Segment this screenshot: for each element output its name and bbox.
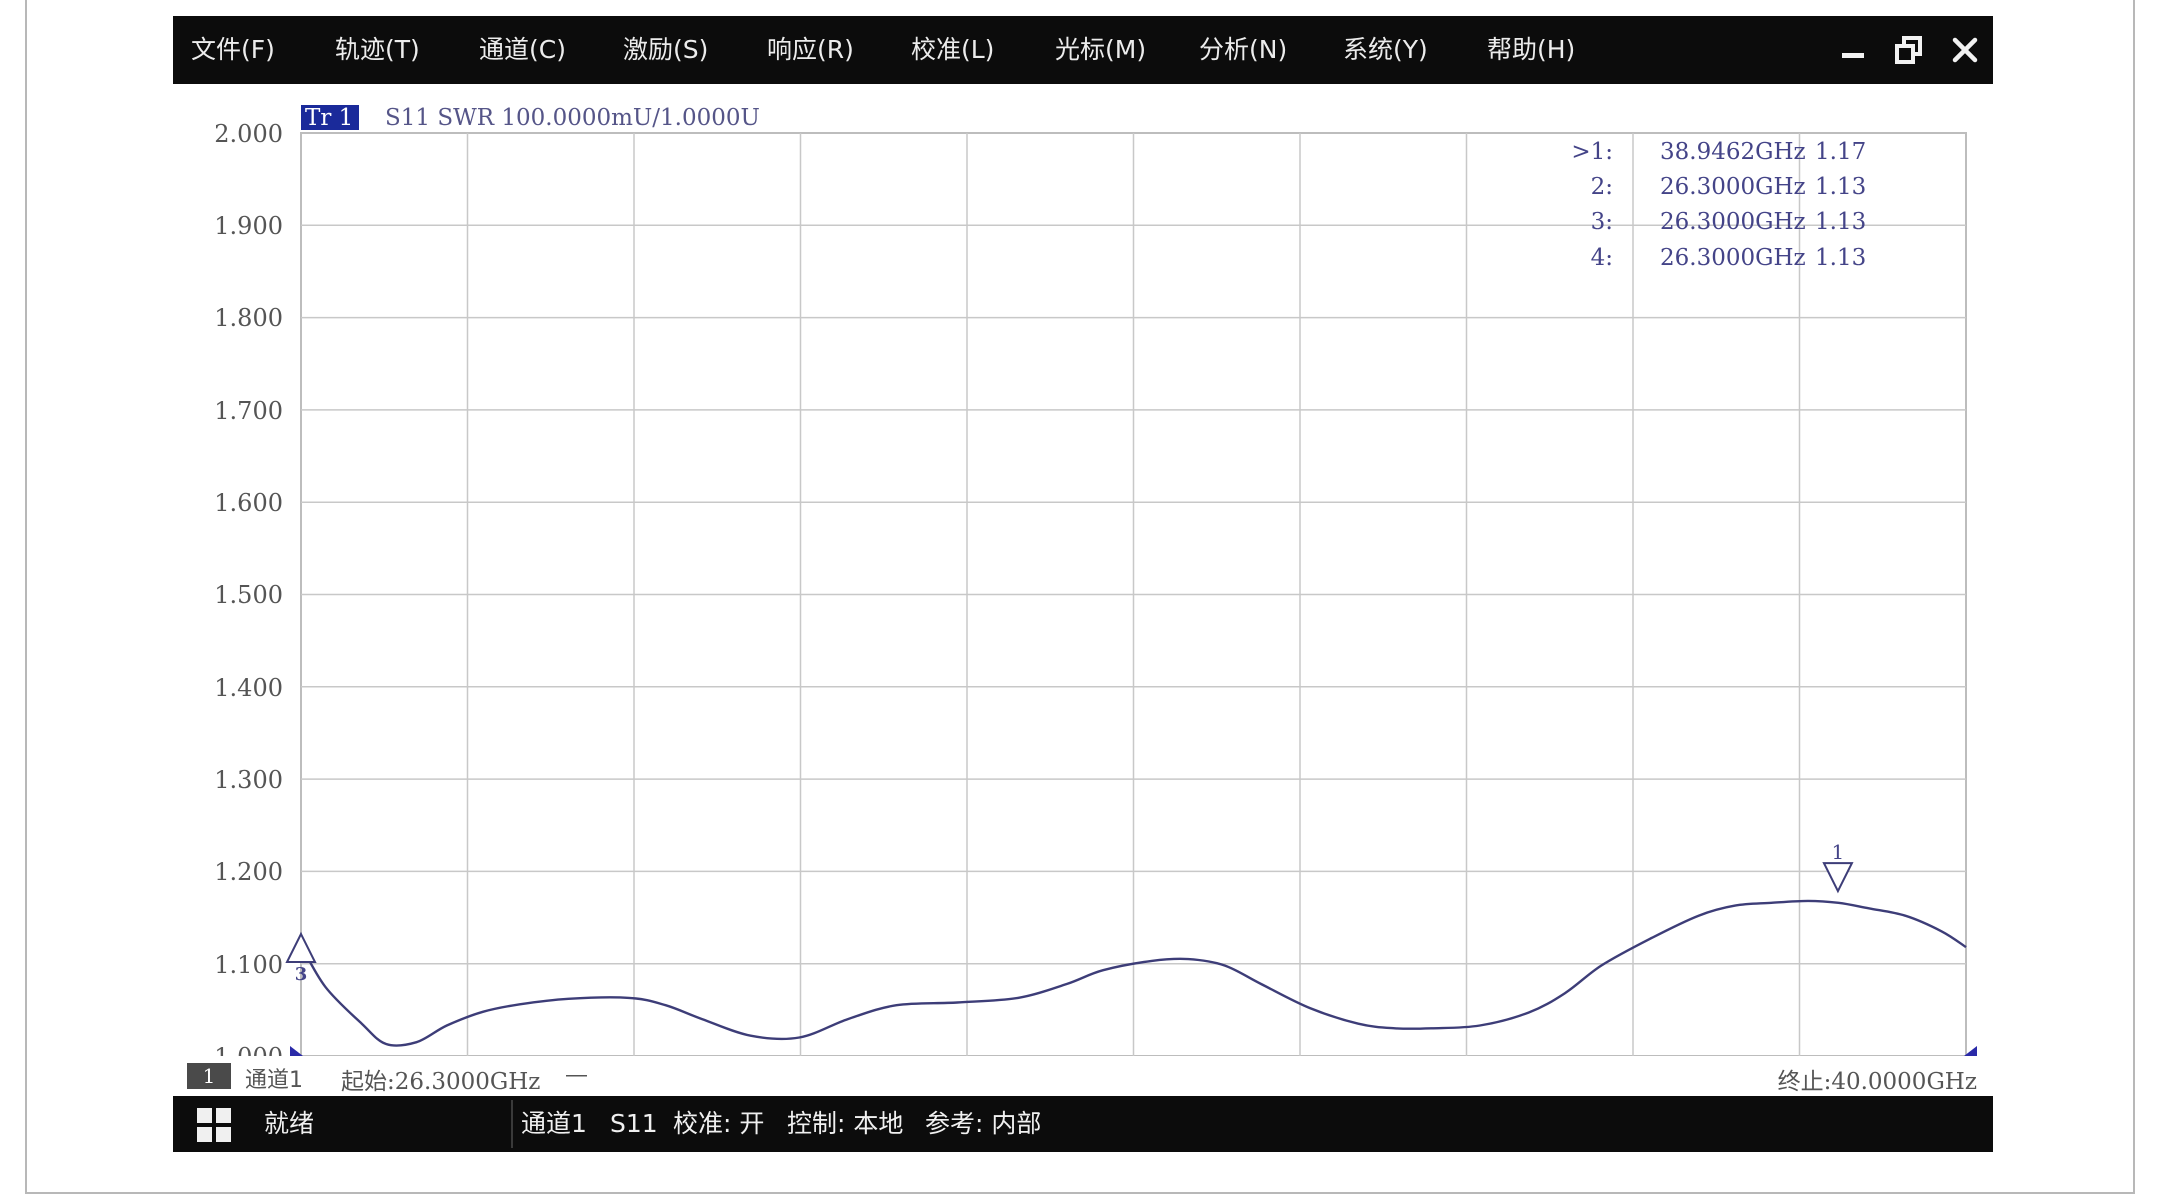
marker-2-id: 2: xyxy=(1591,174,1613,200)
menu-analysis[interactable]: 分析(N) xyxy=(1199,16,1287,84)
marker-2-value: 1.13 xyxy=(1815,174,1866,200)
menu-system[interactable]: 系统(Y) xyxy=(1343,16,1428,84)
menu-response[interactable]: 响应(R) xyxy=(767,16,854,84)
status-channel: 通道1 xyxy=(521,1109,587,1138)
y-tick-label: 1.000 xyxy=(214,1043,283,1056)
swr-plot: Tr 1 S11 SWR 100.0000mU/1.0000U 2.000 1.… xyxy=(214,105,1977,1056)
marker-1-freq: 38.9462GHz xyxy=(1660,139,1806,165)
status-divider xyxy=(511,1100,513,1148)
y-tick-label: 1.100 xyxy=(214,951,283,979)
status-bar: 就绪 通道1 S11 校准: 开 控制: 本地 参考: 内部 xyxy=(173,1096,1993,1152)
y-tick-label: 1.200 xyxy=(214,858,283,886)
marker-4-id: 4: xyxy=(1591,245,1613,271)
status-control: 控制: 本地 xyxy=(787,1109,904,1138)
menu-marker[interactable]: 光标(M) xyxy=(1055,16,1146,84)
trace-tag-label: Tr 1 xyxy=(305,105,353,131)
marker-1-number: 1 xyxy=(1832,840,1845,864)
minimize-icon[interactable] xyxy=(1833,30,1873,70)
y-tick-label: 1.800 xyxy=(214,304,283,332)
marker-2-freq: 26.3000GHz xyxy=(1660,174,1806,200)
menu-calibration[interactable]: 校准(L) xyxy=(911,16,994,84)
y-tick-label: 1.700 xyxy=(214,397,283,425)
marker-1-value: 1.17 xyxy=(1815,139,1866,165)
status-calibration: 校准: 开 xyxy=(673,1109,765,1138)
y-tick-label: 1.600 xyxy=(214,489,283,517)
y-tick-label: 2.000 xyxy=(214,120,283,148)
menu-stimulus[interactable]: 激励(S) xyxy=(623,16,708,84)
marker-4-freq: 26.3000GHz xyxy=(1660,245,1806,271)
menu-help[interactable]: 帮助(H) xyxy=(1487,16,1575,84)
status-parameter: S11 xyxy=(610,1109,658,1138)
restore-icon[interactable] xyxy=(1889,30,1929,70)
y-tick-label: 1.500 xyxy=(214,581,283,609)
y-tick-label: 1.300 xyxy=(214,766,283,794)
channel-badge[interactable]: 1 xyxy=(187,1063,231,1089)
y-tick-label: 1.400 xyxy=(214,674,283,702)
marker-3-id: 3: xyxy=(1591,209,1613,235)
footer-dash: — xyxy=(565,1062,588,1088)
menu-channel[interactable]: 通道(C) xyxy=(479,16,566,84)
y-tick-label: 1.900 xyxy=(214,212,283,240)
marker-start-number: 3 xyxy=(295,964,308,985)
marker-3-freq: 26.3000GHz xyxy=(1660,209,1806,235)
menu-file[interactable]: 文件(F) xyxy=(191,16,275,84)
footer-start-freq[interactable]: 起始:26.3000GHz xyxy=(341,1062,540,1096)
marker-3-value: 1.13 xyxy=(1815,209,1866,235)
status-ready: 就绪 xyxy=(264,1109,315,1138)
marker-4-value: 1.13 xyxy=(1815,245,1866,271)
vna-window: 文件(F) 轨迹(T) 通道(C) 激励(S) 响应(R) 校准(L) 光标(M… xyxy=(173,16,1993,1152)
footer-stop-freq[interactable]: 终止:40.0000GHz xyxy=(1778,1062,1977,1096)
windows-grid-icon[interactable] xyxy=(197,1108,231,1142)
menu-bar: 文件(F) 轨迹(T) 通道(C) 激励(S) 响应(R) 校准(L) 光标(M… xyxy=(173,16,1993,84)
footer-channel: 通道1 xyxy=(245,1068,303,1093)
trace-description: S11 SWR 100.0000mU/1.0000U xyxy=(385,105,760,131)
channel-footer: 1 通道1 起始:26.3000GHz — 终止:40.0000GHz xyxy=(173,1056,1993,1096)
close-icon[interactable] xyxy=(1945,30,1985,70)
menu-trace[interactable]: 轨迹(T) xyxy=(335,16,420,84)
status-reference: 参考: 内部 xyxy=(925,1109,1042,1138)
marker-1-id: >1: xyxy=(1571,139,1613,165)
